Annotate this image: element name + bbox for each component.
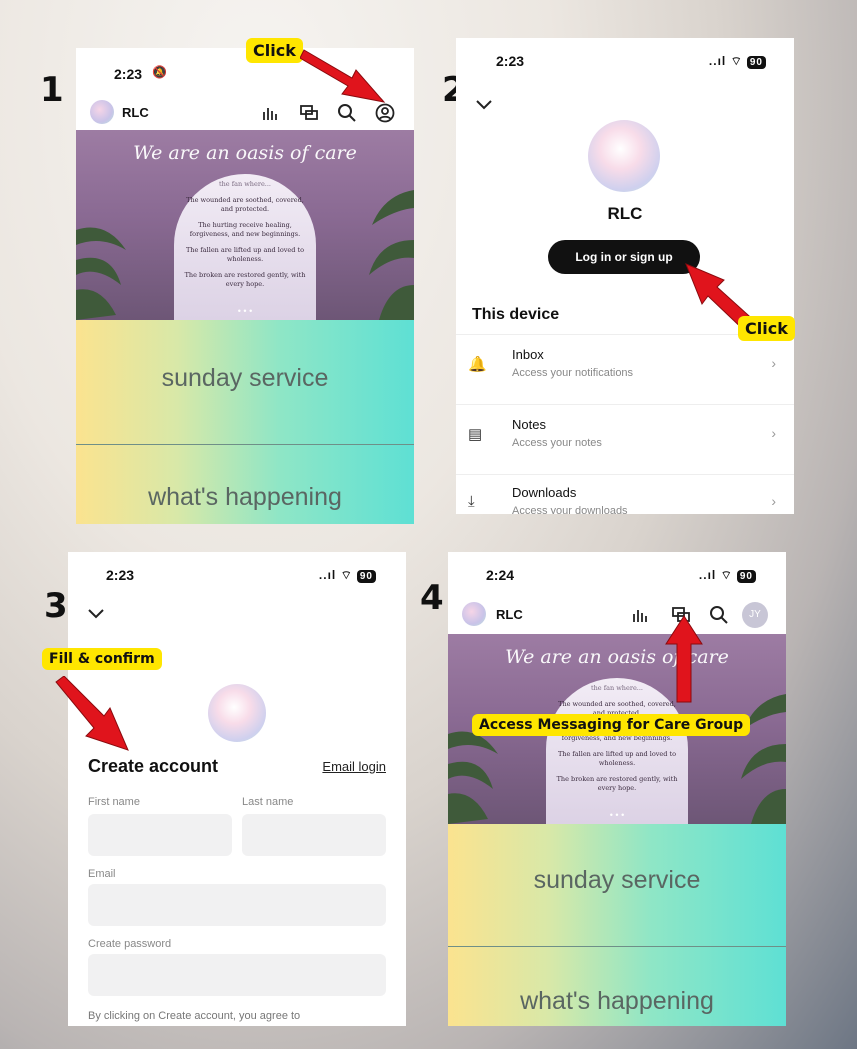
sunday-service-label: sunday service [533, 866, 701, 894]
create-account-heading: Create account [88, 756, 219, 776]
status-time: 2:24 [486, 567, 515, 583]
bell-muted-icon: 🔕 [152, 65, 167, 79]
hero-line-3: The fallen are lifted up and loved to wh… [185, 246, 305, 263]
red-arrow-icon [55, 676, 129, 751]
app-logo[interactable] [462, 602, 486, 626]
callout-fill-confirm: Fill & confirm [42, 648, 162, 670]
section-this-device: This device [472, 306, 560, 323]
red-arrow-icon [300, 49, 386, 103]
signal-icon: ..ıl [318, 568, 337, 582]
signal-icon: ..ıl [708, 54, 727, 68]
list-item-title: Inbox [512, 347, 544, 362]
step-number-4: 4 [420, 578, 444, 618]
password-label: Create password [88, 938, 172, 950]
chevron-down-icon[interactable] [474, 98, 494, 112]
hero-line-4: The broken are restored gently, with eve… [184, 271, 306, 288]
battery-icon: 90 [356, 570, 376, 583]
red-arrow-icon [665, 615, 703, 703]
callout-click-account: Click [246, 38, 303, 63]
email-login-link[interactable]: Email login [322, 759, 386, 774]
list-item-title: Downloads [512, 485, 577, 500]
profile-avatar [208, 684, 266, 742]
hero-banner[interactable]: We are an oasis of care the fan where...… [76, 130, 414, 320]
sunday-service-label: sunday service [161, 364, 329, 392]
hero-line-1: The wounded are soothed, covered, and pr… [186, 196, 304, 213]
sunday-service-tile[interactable]: sunday service [76, 320, 414, 444]
palm-left-decoration [76, 227, 126, 320]
chevron-right-icon: › [771, 425, 776, 441]
search-icon[interactable] [708, 604, 730, 626]
first-name-label: First name [88, 796, 140, 808]
whats-happening-tile[interactable]: what's happening [76, 445, 414, 524]
step-number-3: 3 [44, 586, 68, 626]
status-icons: ..ıl ⌔ 90 [699, 568, 756, 583]
list-item-subtitle: Access your notifications [512, 367, 634, 379]
terms-text: By clicking on Create account, you agree… [88, 1010, 301, 1022]
first-name-field[interactable] [88, 814, 232, 856]
signal-icon: ..ıl [698, 568, 717, 582]
app-name: RLC [122, 105, 149, 120]
palm-right-decoration [741, 694, 786, 824]
carousel-dots[interactable]: • • • [76, 306, 414, 316]
hero-subtitle: the fan where... [219, 180, 271, 188]
status-icons: ..ıl ⌔ 90 [709, 54, 766, 69]
audio-bars-icon[interactable] [260, 102, 282, 124]
whats-happening-tile[interactable]: what's happening [448, 947, 786, 1026]
app-name: RLC [496, 607, 523, 622]
whats-happening-label: what's happening [148, 483, 342, 511]
hero-line-3: The fallen are lifted up and loved to wh… [557, 750, 677, 767]
hero-subtitle: the fan where... [591, 684, 643, 692]
list-item-title: Notes [512, 417, 546, 432]
notes-icon: ▤ [468, 426, 483, 443]
callout-access-messaging: Access Messaging for Care Group [472, 714, 751, 736]
user-avatar[interactable]: JY [742, 602, 768, 628]
email-field[interactable] [88, 884, 386, 926]
status-icons: ..ıl ⌔ 90 [319, 568, 376, 583]
last-name-label: Last name [242, 796, 294, 808]
carousel-dots[interactable]: • • • [448, 810, 786, 820]
callout-click-login: Click [738, 316, 795, 341]
hero-line-2: The hurting receive healing, forgiveness… [189, 221, 301, 238]
sunday-service-tile[interactable]: sunday service [448, 824, 786, 946]
password-field[interactable] [88, 954, 386, 996]
hero-title: We are an oasis of care [133, 142, 357, 164]
email-label: Email [88, 868, 116, 880]
step-number-1: 1 [40, 70, 64, 110]
battery-icon: 90 [746, 56, 766, 69]
list-item-inbox[interactable]: 🔔 Inbox Access your notifications › [456, 334, 794, 400]
list-item-downloads[interactable]: ⤓ Downloads Access your downloads › [456, 474, 794, 514]
battery-icon: 90 [736, 570, 756, 583]
list-item-notes[interactable]: ▤ Notes Access your notes › [456, 404, 794, 470]
login-signup-button[interactable]: Log in or sign up [548, 240, 700, 274]
audio-bars-icon[interactable] [630, 604, 652, 626]
list-item-subtitle: Access your downloads [512, 505, 628, 514]
app-logo[interactable] [90, 100, 114, 124]
profile-avatar [588, 120, 660, 192]
panel-3-create-account: 2:23 ..ıl ⌔ 90 Create account Email login… [68, 552, 406, 1026]
list-item-subtitle: Access your notes [512, 437, 602, 449]
chevron-down-icon[interactable] [86, 607, 106, 621]
chevron-right-icon: › [771, 493, 776, 509]
whats-happening-label: what's happening [520, 987, 714, 1015]
profile-title: RLC [607, 204, 643, 223]
hero-title: We are an oasis of care [505, 646, 729, 668]
chevron-right-icon: › [771, 355, 776, 371]
hero-line-4: The broken are restored gently, with eve… [556, 775, 678, 792]
status-time: 2:23 [106, 567, 135, 583]
status-time: 2:23 [114, 66, 143, 82]
status-time: 2:23 [496, 53, 525, 69]
hero-arch: the fan where... The wounded are soothed… [174, 174, 316, 320]
panel-4-messaging: 2:24 ..ıl ⌔ 90 RLC JY We are an oasis of … [448, 552, 786, 1026]
palm-right-decoration [369, 190, 414, 320]
download-icon: ⤓ [468, 493, 475, 510]
bell-icon: 🔔 [468, 356, 487, 373]
panel-1-home: 2:23 🔕 RLC We are an oasis of care the f… [76, 48, 414, 524]
last-name-field[interactable] [242, 814, 386, 856]
